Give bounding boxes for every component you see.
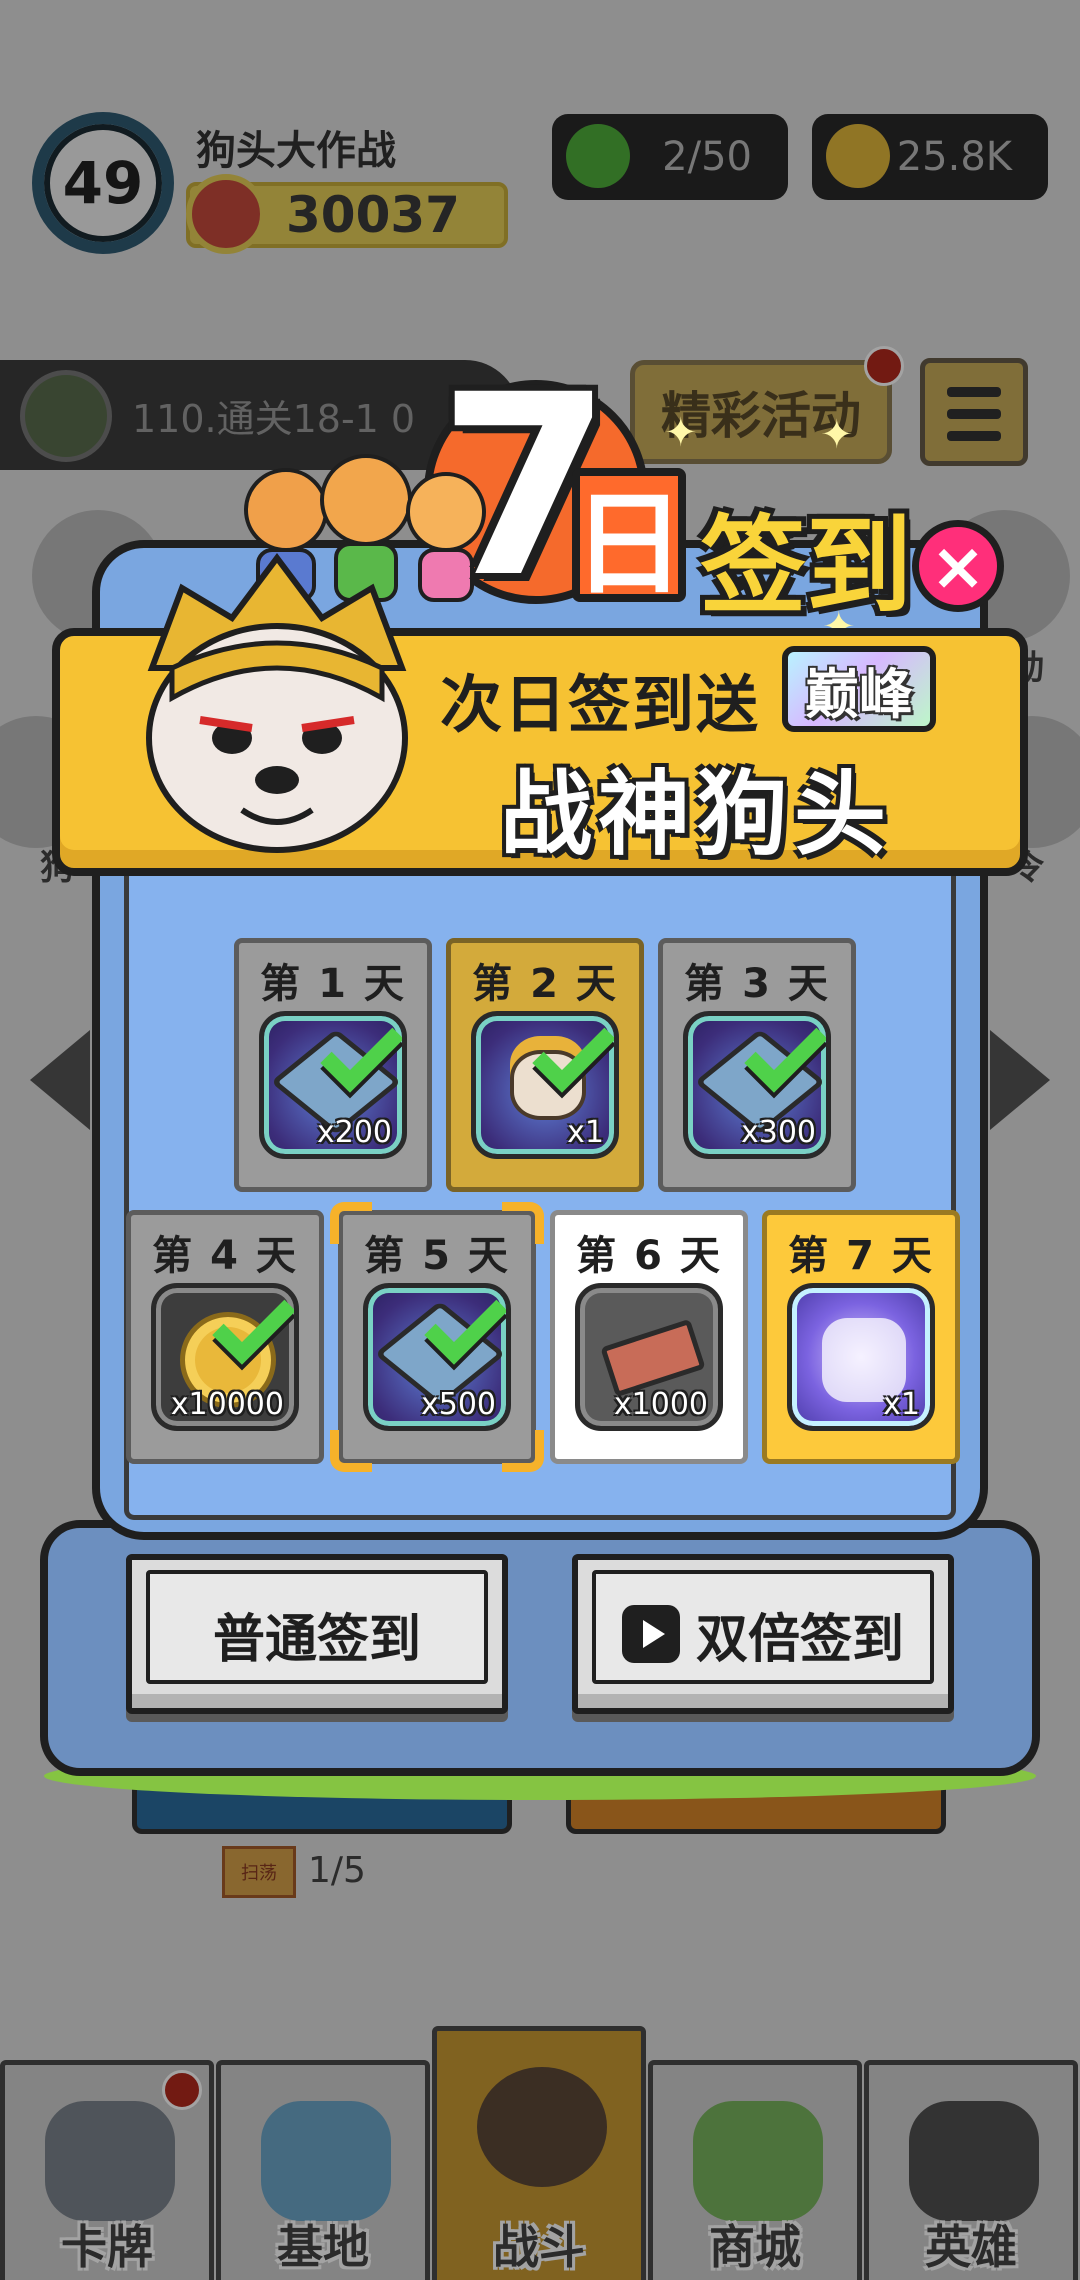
day-card-3[interactable]: 第 3 天 x300: [658, 938, 856, 1192]
title-signin: 签到: [700, 505, 912, 628]
day-label: 第 6 天: [576, 1233, 722, 1279]
selection-corner: [502, 1430, 544, 1472]
banner-title: 战神狗头: [500, 761, 893, 868]
selection-corner: [502, 1202, 544, 1244]
reward-tile: x300: [683, 1011, 831, 1159]
normal-signin-button[interactable]: 普通签到: [126, 1554, 508, 1714]
day-label: 第 3 天: [684, 961, 830, 1007]
close-button[interactable]: ×: [912, 520, 1004, 612]
war-god-dog-portrait-icon: [112, 548, 442, 866]
day-label: 第 7 天: [788, 1233, 934, 1279]
peak-tag: 巅峰: [782, 646, 936, 732]
reward-tile: x200: [259, 1011, 407, 1159]
reward-qty: x300: [740, 1115, 816, 1150]
reward-qty: x1000: [613, 1387, 708, 1422]
normal-signin-label: 普通签到: [212, 1609, 421, 1670]
day-label: 第 1 天: [260, 961, 406, 1007]
day-card-1[interactable]: 第 1 天 x200: [234, 938, 432, 1192]
day-card-7[interactable]: 第 7 天 x1: [762, 1210, 960, 1464]
reward-qty: x1: [883, 1387, 920, 1422]
title-day-text: 日: [573, 480, 685, 610]
double-signin-button[interactable]: 双倍签到: [572, 1554, 954, 1714]
reward-qty: x1: [567, 1115, 604, 1150]
sparkle-icon: ✦: [664, 410, 698, 456]
selection-corner: [330, 1430, 372, 1472]
day-label: 第 4 天: [152, 1233, 298, 1279]
day-card-4[interactable]: 第 4 天 x10000: [126, 1210, 324, 1464]
reward-tile: x1000: [575, 1283, 723, 1431]
brick-icon: [600, 1318, 706, 1398]
reward-tile: x1: [787, 1283, 935, 1431]
day-card-6[interactable]: 第 6 天 x1000: [550, 1210, 748, 1464]
double-signin-label: 双倍签到: [695, 1609, 904, 1670]
reward-qty: x500: [420, 1387, 496, 1422]
sparkle-icon: ✦: [820, 412, 854, 458]
reward-tile: x500: [363, 1283, 511, 1431]
reward-tile: x1: [471, 1011, 619, 1159]
reward-qty: x200: [316, 1115, 392, 1150]
reward-tile: x10000: [151, 1283, 299, 1431]
peak-tag-text: 巅峰: [805, 662, 913, 726]
day-card-5[interactable]: 第 5 天 x500: [338, 1210, 536, 1464]
day-label: 第 2 天: [472, 961, 618, 1007]
reward-qty: x10000: [170, 1387, 284, 1422]
day-card-2[interactable]: 第 2 天 x1: [446, 938, 644, 1192]
selection-corner: [330, 1202, 372, 1244]
title-day: 日: [572, 468, 686, 610]
close-icon: ×: [930, 527, 986, 605]
video-ad-icon: [621, 1605, 680, 1663]
banner-subtitle: 次日签到送: [440, 668, 761, 741]
